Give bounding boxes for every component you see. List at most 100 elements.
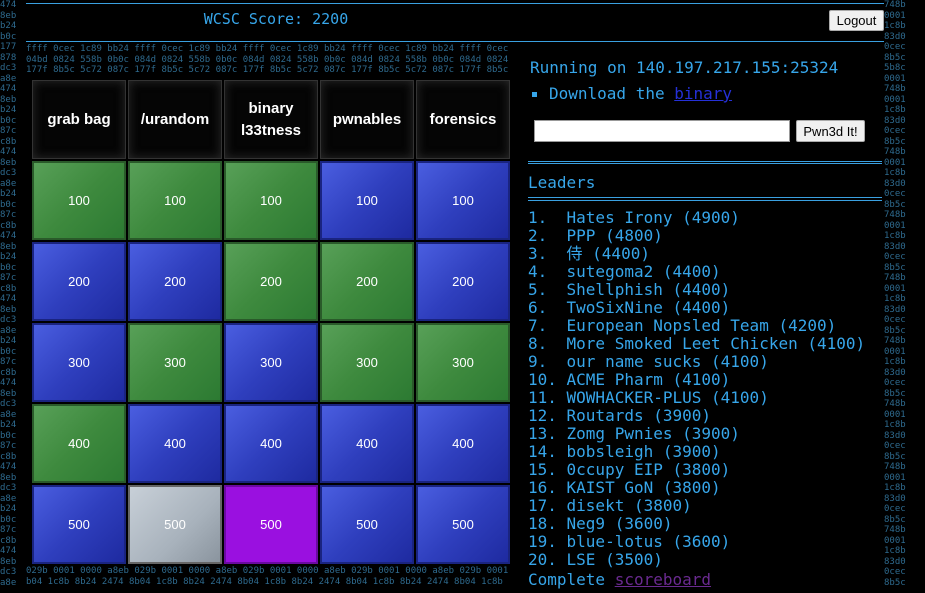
challenge-tile[interactable]: 400 [32,404,126,483]
top-bar-border [26,3,884,4]
background-hex-text: 1c8b [884,294,906,304]
challenge-tile[interactable]: 500 [416,485,510,564]
background-hex-text: 0cec [884,126,906,136]
background-hex-text: 0001 [884,283,906,294]
leaderboard-entry: 18. Neg9 (3600) [528,514,673,533]
background-hex-text: 87c [0,273,17,283]
background-hex-text: 748b [884,525,906,535]
download-line: Download the binary [530,84,732,103]
background-hex-text: c8b [0,367,17,378]
background-hex-text: 029b 0001 0000 a8eb 029b 0001 0000 a8eb … [26,566,509,576]
challenge-tile[interactable]: 200 [320,242,414,321]
background-hex-text: 04bd 0824 558b 0b0c 084d 0824 558b 0b0c … [26,54,509,65]
background-hex-text: c8b [0,451,17,462]
challenge-tile[interactable]: 100 [128,161,222,240]
background-hex-text: b0c [0,31,17,42]
challenge-tile[interactable]: 300 [416,323,510,402]
category-header: pwnables [320,80,414,159]
background-hex-text: 474 [0,231,17,241]
background-hex-text: 83d0 [884,493,906,504]
challenge-tile[interactable]: 500 [224,485,318,564]
background-hex-text: 0001 [884,346,906,357]
background-hex-text: c8b [0,283,17,294]
background-hex-text: 0001 [884,10,906,21]
background-hex-text: b0c [0,346,17,357]
background-hex-text: 0001 [884,535,906,546]
scoreboard-link[interactable]: scoreboard [615,570,711,589]
divider [528,200,882,201]
challenge-tile[interactable]: 300 [128,323,222,402]
background-hex-text: 1c8b [884,231,906,241]
challenge-tile[interactable]: 300 [32,323,126,402]
background-hex-text: 8eb [0,94,17,105]
leaderboard-entry: 15. 0ccupy EIP (3800) [528,460,731,479]
challenge-tile[interactable]: 500 [128,485,222,564]
background-hex-text: 8eb [0,241,17,252]
background-hex-text: 8eb [0,472,17,483]
challenge-tile[interactable]: 200 [128,242,222,321]
submit-flag-button[interactable]: Pwn3d It! [796,120,865,142]
leaderboard-entry: 2. PPP (4800) [528,226,663,245]
background-hex-text: 474 [0,378,17,388]
background-hex-text: a8e [0,178,17,189]
challenge-tile[interactable]: 400 [416,404,510,483]
challenge-tile[interactable]: 200 [224,242,318,321]
logout-button[interactable]: Logout [829,10,884,31]
challenge-tile[interactable]: 200 [32,242,126,321]
background-hex-text: 8b5c [884,577,906,588]
background-hex-text: a8e [0,493,17,504]
leaderboard-entry: 19. blue-lotus (3600) [528,532,731,551]
challenge-tile[interactable]: 500 [32,485,126,564]
challenge-tile[interactable]: 200 [416,242,510,321]
background-hex-text: 83d0 [884,115,906,126]
background-hex-text: 0cec [884,504,906,514]
challenge-tile[interactable]: 100 [320,161,414,240]
download-prefix: Download the [549,84,665,103]
flag-input[interactable] [534,120,790,142]
background-hex-left: 474 8eb b24 b0c 177 878 dc3 a8e 474 8eb b24 b0c 87c c… [0,0,26,593]
background-hex-text: 748b [884,147,906,157]
challenge-tile[interactable]: 100 [32,161,126,240]
background-hex-text: 87c [0,210,17,220]
background-hex-text: 474 [0,84,17,94]
challenge-tile[interactable]: 300 [320,323,414,402]
background-hex-text: 8b5c [884,514,906,525]
bullet-icon [532,92,537,97]
background-hex-text: 87c [0,126,17,136]
download-binary-link[interactable]: binary [674,84,732,103]
background-hex-text: 748b [884,399,906,409]
background-hex-text: 474 [0,294,17,304]
background-hex-text: 87c [0,525,17,535]
background-hex-text: 1c8b [884,21,906,31]
background-hex-text: c8b [0,535,17,546]
top-bar: WCSC Score: 2200 Logout [26,0,884,44]
background-hex-text: ffff 0cec 1c89 bb24 ffff 0cec 1c89 bb24 … [26,44,509,54]
challenge-tile[interactable]: 400 [128,404,222,483]
challenge-tile[interactable]: 300 [224,323,318,402]
background-hex-text: 1c8b [884,546,906,556]
challenge-tile[interactable]: 100 [416,161,510,240]
challenge-tile[interactable]: 400 [224,404,318,483]
background-hex-text: dc3 [0,63,17,73]
background-hex-text: 87c [0,441,17,451]
background-hex-text: 8b5c [884,52,906,63]
leaderboard-entry: 4. sutegoma2 (4400) [528,262,721,281]
background-hex-text: b24 [0,420,17,430]
divider [528,161,882,162]
sidebar: Running on 140.197.217.155:25324 Downloa… [526,44,884,593]
background-hex-text: 83d0 [884,430,906,441]
background-hex-text: 1c8b [884,420,906,430]
leaderboard-entry: 6. TwoSixNine (4400) [528,298,731,317]
challenge-tile[interactable]: 100 [224,161,318,240]
background-hex-text: 83d0 [884,367,906,378]
background-hex-text: b24 [0,252,17,262]
challenge-tile[interactable]: 400 [320,404,414,483]
challenge-tile[interactable]: 500 [320,485,414,564]
background-hex-text: 0001 [884,157,906,168]
background-hex-text: 0001 [884,73,906,84]
leaders-title: Leaders [528,173,596,192]
leaderboard-entry: 10. ACME Pharm (4100) [528,370,731,389]
background-hex-text: 83d0 [884,556,906,567]
leaderboard-entry: 12. Routards (3900) [528,406,712,425]
background-hex-text: 474 [0,462,17,472]
